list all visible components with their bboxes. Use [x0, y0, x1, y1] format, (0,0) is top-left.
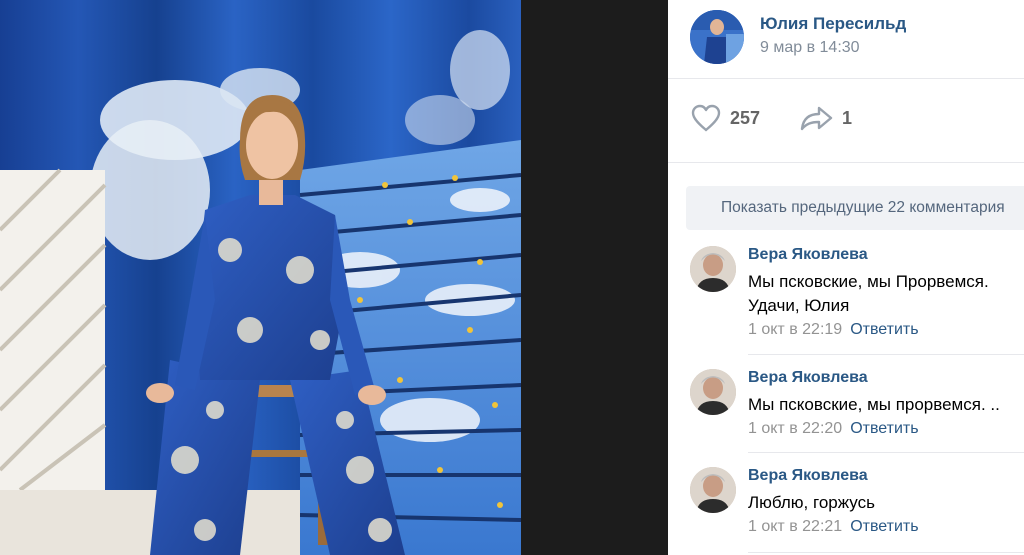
comment-divider [748, 552, 1024, 553]
comment-item: Вера Яковлева Люблю, горжусь 1 окт в 22:… [690, 467, 1024, 547]
comment-item: Вера Яковлева Мы псковские, мы прорвемся… [690, 369, 1024, 449]
reply-link[interactable]: Ответить [850, 518, 918, 535]
commenter-avatar-image [690, 246, 736, 292]
post-author: Юлия Пересильд 9 мар в 14:30 [690, 10, 1024, 66]
comment-author[interactable]: Вера Яковлева [748, 246, 868, 264]
like-count: 257 [730, 107, 761, 128]
comment-meta: 1 окт в 22:20 Ответить [748, 420, 919, 438]
commenter-avatar[interactable] [690, 467, 736, 513]
commenter-avatar[interactable] [690, 246, 736, 292]
comment-author[interactable]: Вера Яковлева [748, 467, 868, 485]
comment-date[interactable]: 1 окт в 22:19 [748, 321, 842, 338]
like-button[interactable]: 257 [690, 100, 760, 136]
author-avatar[interactable] [690, 10, 744, 64]
commenter-avatar-image [690, 369, 736, 415]
divider [668, 78, 1024, 79]
comment-text-line: Удачи, Юлия [748, 296, 850, 315]
author-name[interactable]: Юлия Пересильд [760, 14, 906, 34]
photo-viewer [0, 0, 668, 555]
commenter-avatar[interactable] [690, 369, 736, 415]
author-avatar-image [690, 10, 744, 64]
comment-divider [748, 452, 1024, 453]
post-date[interactable]: 9 мар в 14:30 [760, 39, 860, 57]
reply-link[interactable]: Ответить [850, 321, 918, 338]
share-button[interactable]: 1 [800, 100, 852, 136]
post-sidebar: Юлия Пересильд 9 мар в 14:30 257 1 Показ… [668, 0, 1024, 555]
comment-divider [748, 354, 1024, 355]
show-previous-comments-button[interactable]: Показать предыдущие 22 комментария [686, 186, 1024, 230]
comment-item: Вера Яковлева Мы псковские, мы Прорвемся… [690, 246, 1024, 346]
comment-text: Люблю, горжусь [748, 491, 875, 515]
comment-text: Мы псковские, мы Прорвемся. Удачи, Юлия [748, 270, 989, 318]
heart-icon [691, 104, 721, 132]
comment-meta: 1 окт в 22:19 Ответить [748, 321, 919, 339]
divider [668, 162, 1024, 163]
comment-text-line: Люблю, горжусь [748, 493, 875, 512]
comment-author[interactable]: Вера Яковлева [748, 369, 868, 387]
comment-text-line: Мы псковские, мы Прорвемся. [748, 272, 989, 291]
post-actions: 257 1 [690, 100, 1020, 136]
commenter-avatar-image [690, 467, 736, 513]
post-photo[interactable] [0, 0, 521, 555]
comment-text: Мы псковские, мы прорвемся. .. [748, 393, 1000, 417]
comment-date[interactable]: 1 окт в 22:21 [748, 518, 842, 535]
comment-date[interactable]: 1 окт в 22:20 [748, 420, 842, 437]
photo-illustration [0, 0, 521, 555]
reply-link[interactable]: Ответить [850, 420, 918, 437]
show-previous-label: Показать предыдущие 22 комментария [721, 199, 1005, 216]
share-arrow-icon [800, 106, 833, 131]
comment-meta: 1 окт в 22:21 Ответить [748, 518, 919, 536]
share-count: 1 [842, 107, 853, 128]
comment-text-line: Мы псковские, мы прорвемся. .. [748, 395, 1000, 414]
